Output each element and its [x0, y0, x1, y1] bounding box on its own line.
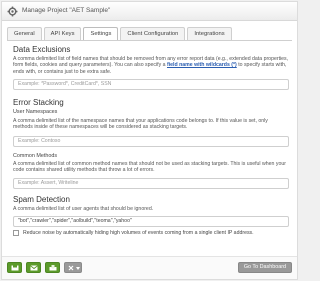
- common-methods-label: Common Methods: [13, 152, 58, 159]
- tab-bar: General API Keys Settings Client Configu…: [7, 27, 234, 41]
- window-title: Manage Project "AET Sample": [22, 7, 111, 14]
- download-icon: [49, 265, 57, 271]
- tab-general[interactable]: General: [7, 27, 42, 41]
- user-agents-input[interactable]: "bot","crawler","spider","aolbuild","teo…: [13, 216, 289, 228]
- close-icon: [68, 265, 74, 271]
- reduce-noise-checkbox[interactable]: [13, 230, 19, 237]
- data-exclusions-help: A comma delimited list of field names th…: [13, 56, 289, 75]
- wildcards-link[interactable]: field name with wildcards (*): [167, 62, 237, 68]
- email-button[interactable]: [26, 262, 41, 273]
- title-bar: Manage Project "AET Sample": [2, 2, 297, 21]
- user-namespaces-input[interactable]: Example: Contoso: [13, 135, 289, 147]
- common-methods-input[interactable]: Example: Assert, Writeline: [13, 177, 289, 189]
- reduce-noise-option[interactable]: Reduce noise by automatically hiding hig…: [13, 230, 289, 237]
- user-namespaces-label: User Namespaces: [13, 109, 58, 116]
- download-button[interactable]: [45, 262, 60, 273]
- save-icon: [11, 265, 19, 271]
- save-button[interactable]: [7, 262, 22, 273]
- error-stacking-heading: Error Stacking: [13, 98, 64, 108]
- reduce-noise-label: Reduce noise by automatically hiding hig…: [23, 230, 254, 237]
- footer-bar: Go To Dashboard: [2, 256, 297, 279]
- data-exclusions-input[interactable]: Example: *Password*, CreditCard*, SSN: [13, 79, 289, 91]
- delete-button[interactable]: [64, 262, 82, 273]
- spam-detection-help: A comma delimited list of user agents th…: [13, 205, 154, 212]
- tab-api-keys[interactable]: API Keys: [43, 27, 82, 41]
- common-methods-help: A comma delimited list of common method …: [13, 161, 286, 174]
- tab-integrations[interactable]: Integrations: [187, 27, 232, 41]
- tab-client-configuration[interactable]: Client Configuration: [120, 27, 186, 41]
- settings-content: Data Exclusions A comma delimited list o…: [13, 45, 289, 237]
- manage-project-dialog: Manage Project "AET Sample" General API …: [1, 1, 298, 280]
- tab-settings[interactable]: Settings: [83, 27, 119, 41]
- gear-icon: [7, 6, 18, 17]
- go-to-dashboard-button[interactable]: Go To Dashboard: [237, 262, 292, 273]
- tab-divider: [7, 40, 292, 41]
- envelope-icon: [30, 265, 38, 271]
- user-namespaces-help: A comma delimited list of the namespace …: [13, 117, 268, 131]
- data-exclusions-heading: Data Exclusions: [13, 45, 71, 54]
- chevron-down-icon: [76, 266, 80, 270]
- spam-detection-heading: Spam Detection: [13, 194, 70, 204]
